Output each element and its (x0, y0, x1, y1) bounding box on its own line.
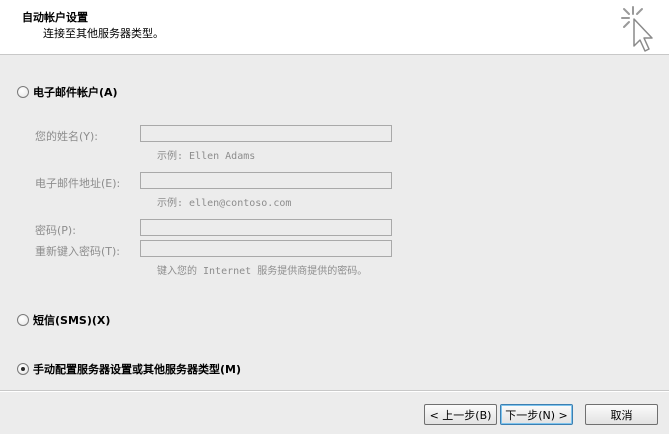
name-input[interactable] (140, 125, 392, 142)
sms-option[interactable]: 短信(SMS)(X) (17, 312, 110, 328)
email-account-label: 电子邮件帐户(A) (33, 86, 118, 99)
manual-config-radio[interactable] (17, 363, 29, 375)
page-subtitle: 连接至其他服务器类型。 (43, 27, 164, 40)
email-account-radio[interactable] (17, 86, 29, 98)
password-label: 密码(P): (35, 224, 76, 237)
footer-divider-highlight (0, 391, 669, 392)
sms-radio[interactable] (17, 314, 29, 326)
retype-password-input[interactable] (140, 240, 392, 257)
name-label: 您的姓名(Y): (35, 130, 99, 143)
manual-config-option[interactable]: 手动配置服务器设置或其他服务器类型(M) (17, 361, 241, 377)
name-hint: 示例: Ellen Adams (157, 151, 256, 162)
sms-label: 短信(SMS)(X) (33, 314, 111, 327)
email-account-option[interactable]: 电子邮件帐户(A) (17, 84, 118, 100)
email-input[interactable] (140, 172, 392, 189)
email-hint: 示例: ellen@contoso.com (157, 198, 292, 209)
email-label: 电子邮件地址(E): (35, 177, 121, 190)
manual-config-label: 手动配置服务器设置或其他服务器类型(M) (33, 363, 241, 376)
account-setup-panel: 电子邮件帐户(A) 您的姓名(Y): 示例: Ellen Adams 电子邮件地… (0, 56, 669, 390)
password-hint: 键入您的 Internet 服务提供商提供的密码。 (157, 266, 368, 277)
page-title: 自动帐户设置 (22, 11, 88, 24)
retype-password-label: 重新键入密码(T): (35, 245, 121, 258)
password-input[interactable] (140, 219, 392, 236)
cursor-click-icon (621, 6, 653, 52)
next-button[interactable]: 下一步(N) > (500, 404, 573, 425)
cancel-button[interactable]: 取消 (585, 404, 658, 425)
back-button[interactable]: < 上一步(B) (424, 404, 497, 425)
wizard-header: 自动帐户设置 连接至其他服务器类型。 (0, 0, 669, 55)
